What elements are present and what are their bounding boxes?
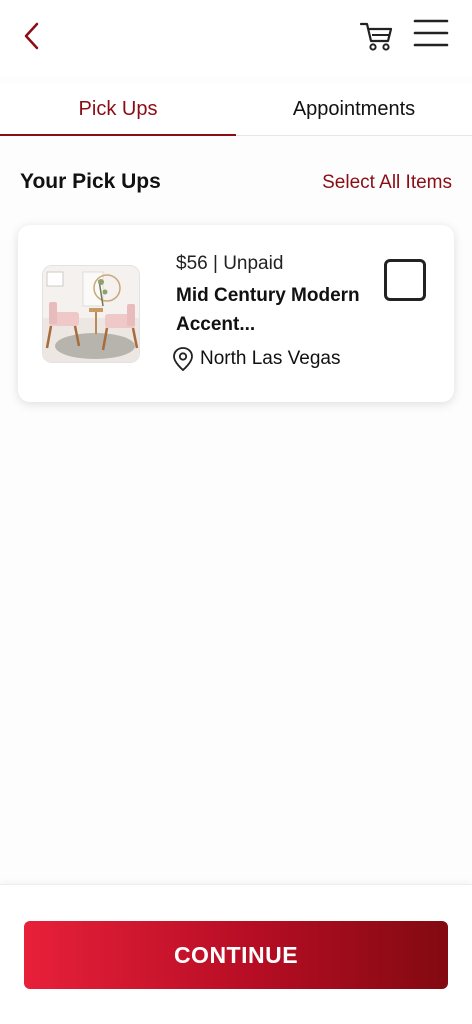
pickup-item-card[interactable]: $56 | Unpaid Mid Century Modern Accent..… [18,225,454,402]
continue-button-label: CONTINUE [173,941,299,968]
continue-button[interactable]: CONTINUE [24,921,448,989]
item-title: Mid Century Modern Accent... [176,285,360,335]
item-price-status: $56 | Unpaid [176,253,284,274]
tab-appointments[interactable]: Appointments [236,84,472,135]
tab-bar: Pick Ups Appointments [0,84,472,136]
section-title: Your Pick Ups [20,170,161,193]
item-select-checkbox[interactable] [384,259,426,301]
menu-button[interactable] [412,16,450,52]
map-pin-icon [173,347,193,372]
cart-button[interactable] [358,18,396,54]
top-bar [0,0,472,76]
hamburger-menu-icon [413,19,449,47]
select-all-items-link[interactable]: Select All Items [322,172,452,194]
back-button[interactable] [14,18,50,54]
item-location-text: North Las Vegas [200,348,341,369]
item-thumbnail [42,265,140,363]
app-root: Pick Ups Appointments Your Pick Ups Sele… [0,0,472,1024]
bottom-action-area: CONTINUE [0,884,472,1024]
chevron-left-icon [24,22,39,50]
item-thumbnail-image [43,266,139,362]
cart-icon [359,22,393,51]
tab-pick-ups[interactable]: Pick Ups [0,84,236,136]
item-location: North Las Vegas [172,346,340,372]
tab-appointments-label: Appointments [292,98,416,120]
tab-pick-ups-label: Pick Ups [78,98,158,120]
